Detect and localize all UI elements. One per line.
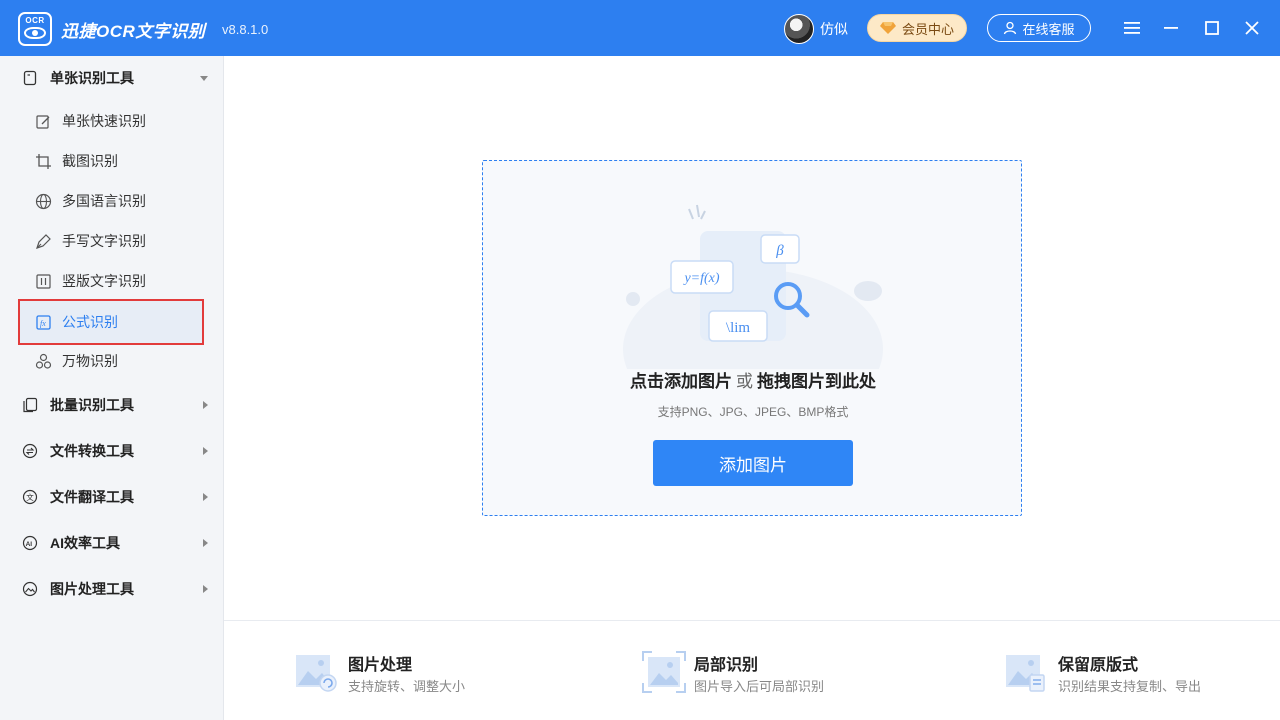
sidebar-item-label: 截图识别: [62, 153, 118, 169]
formula-illustration: y=f(x) β \lim: [623, 204, 883, 369]
feature-title: 局部识别: [694, 657, 759, 674]
sidebar-group-single[interactable]: 单张识别工具: [0, 58, 224, 98]
app-title: 迅捷OCR文字识别: [61, 22, 206, 41]
close-icon: [1245, 21, 1259, 35]
title-bar: OCR 迅捷OCR文字识别 v8.8.1.0 仿似 会员中心 在线客服: [0, 0, 1280, 56]
feature-desc: 识别结果支持复制、导出: [1058, 679, 1202, 694]
illus-formula-3: \lim: [726, 320, 751, 336]
single-doc-icon: [23, 70, 37, 86]
sidebar-item-label: 手写文字识别: [62, 233, 146, 249]
drag-here-text: 拖拽图片到此处: [757, 372, 876, 391]
sidebar-group-label: 图片处理工具: [50, 581, 134, 597]
sidebar-group-label: 文件翻译工具: [50, 489, 134, 505]
sidebar-item-label: 单张快速识别: [62, 113, 146, 129]
chevron-down-icon: [200, 75, 208, 81]
sidebar-item-screenshot[interactable]: 截图识别: [0, 141, 224, 181]
image-edit-icon: [296, 655, 337, 692]
crop-icon: [36, 153, 51, 169]
sidebar-group-label: 单张识别工具: [50, 70, 134, 86]
app-window: OCR 迅捷OCR文字识别 v8.8.1.0 仿似 会员中心 在线客服 单张识别…: [0, 0, 1280, 720]
sidebar-group-label: 批量识别工具: [50, 397, 134, 413]
batch-doc-icon: [23, 397, 38, 413]
app-version: v8.8.1.0: [222, 22, 269, 37]
globe-icon: [35, 193, 52, 209]
image-process-icon: [22, 581, 38, 597]
partial-select-icon: [642, 651, 686, 693]
sidebar: 单张识别工具 单张快速识别 截图识别 多国语言识别 手写文字识别 竖版文字识别 …: [0, 56, 224, 720]
feature-title: 图片处理: [348, 657, 413, 674]
sidebar-item-label: 竖版文字识别: [62, 273, 146, 289]
vip-label: 会员中心: [901, 21, 954, 37]
feature-image-process: 图片处理 支持旋转、调整大小: [296, 645, 556, 695]
sidebar-item-objects[interactable]: 万物识别: [0, 341, 224, 381]
formula-icon: fx: [36, 314, 51, 330]
close-button[interactable]: [1238, 14, 1266, 42]
image-drop-zone[interactable]: y=f(x) β \lim 点击添加图片或拖拽图片到此处 支持PNG、JPG、J…: [482, 160, 1022, 516]
sidebar-group-convert[interactable]: 文件转换工具: [0, 431, 224, 471]
svg-text:文: 文: [26, 492, 34, 502]
sidebar-item-quick-scan[interactable]: 单张快速识别: [0, 101, 224, 141]
supported-formats: 支持PNG、JPG、JPEG、BMP格式: [657, 405, 849, 419]
feature-partial-recognition: 局部识别 图片导入后可局部识别: [642, 645, 902, 695]
illus-formula-1: y=f(x): [682, 271, 719, 286]
minimize-button[interactable]: [1157, 14, 1185, 42]
svg-text:AI: AI: [26, 541, 33, 548]
ai-icon: AI: [22, 535, 38, 551]
sidebar-item-formula[interactable]: fx 公式识别: [0, 302, 224, 342]
logo-text: OCR: [25, 16, 45, 25]
drop-instructions: 点击添加图片或拖拽图片到此处: [483, 367, 1023, 392]
sidebar-item-vertical-text[interactable]: 竖版文字识别: [0, 261, 224, 301]
objects-icon: [35, 353, 52, 369]
sidebar-group-image[interactable]: 图片处理工具: [0, 569, 224, 609]
or-text: 或: [736, 372, 753, 391]
minimize-icon: [1164, 27, 1178, 29]
convert-icon: [22, 443, 38, 459]
sidebar-group-ai[interactable]: AI AI效率工具: [0, 523, 224, 563]
user-name[interactable]: 仿似: [820, 19, 848, 39]
feature-bar: 图片处理 支持旋转、调整大小 局部识别 图片导入后可局部识别 保留原版式 识别结…: [224, 620, 1280, 720]
diamond-icon: [879, 22, 896, 34]
add-image-button[interactable]: 添加图片: [653, 440, 853, 486]
chevron-right-icon: [203, 539, 208, 547]
sidebar-item-multilang[interactable]: 多国语言识别: [0, 181, 224, 221]
sidebar-item-label: 公式识别: [62, 314, 118, 330]
vip-center-button[interactable]: 会员中心: [867, 14, 967, 42]
feature-desc: 图片导入后可局部识别: [694, 679, 825, 694]
menu-button[interactable]: [1118, 14, 1146, 42]
service-label: 在线客服: [1022, 21, 1075, 37]
maximize-button[interactable]: [1198, 14, 1226, 42]
menu-icon: [1124, 22, 1140, 34]
chevron-right-icon: [203, 493, 208, 501]
chevron-right-icon: [203, 447, 208, 455]
maximize-icon: [1205, 21, 1219, 35]
pen-icon: [36, 233, 51, 249]
app-logo: OCR: [18, 12, 52, 46]
user-icon: [1004, 21, 1017, 35]
chevron-right-icon: [203, 401, 208, 409]
sidebar-group-translate[interactable]: 文 文件翻译工具: [0, 477, 224, 517]
online-service-button[interactable]: 在线客服: [987, 14, 1091, 42]
keep-layout-icon: [1006, 655, 1045, 692]
sidebar-group-label: AI效率工具: [50, 535, 120, 551]
chevron-right-icon: [203, 585, 208, 593]
illus-formula-2: β: [775, 243, 784, 259]
sidebar-group-label: 文件转换工具: [50, 443, 134, 459]
sidebar-item-handwriting[interactable]: 手写文字识别: [0, 221, 224, 261]
main-content: y=f(x) β \lim 点击添加图片或拖拽图片到此处 支持PNG、JPG、J…: [224, 56, 1280, 720]
vertical-text-icon: [36, 273, 51, 289]
translate-icon: 文: [22, 489, 38, 505]
quick-scan-icon: [36, 114, 50, 129]
sidebar-group-batch[interactable]: 批量识别工具: [0, 385, 224, 425]
click-add-text: 点击添加图片: [630, 372, 732, 391]
sidebar-item-label: 多国语言识别: [62, 193, 146, 209]
eye-icon: [24, 27, 46, 39]
sidebar-item-label: 万物识别: [62, 353, 118, 369]
feature-keep-layout: 保留原版式 识别结果支持复制、导出: [1006, 645, 1266, 695]
feature-title: 保留原版式: [1058, 657, 1139, 674]
avatar[interactable]: [784, 14, 814, 44]
svg-text:fx: fx: [40, 319, 46, 328]
feature-desc: 支持旋转、调整大小: [348, 679, 466, 694]
